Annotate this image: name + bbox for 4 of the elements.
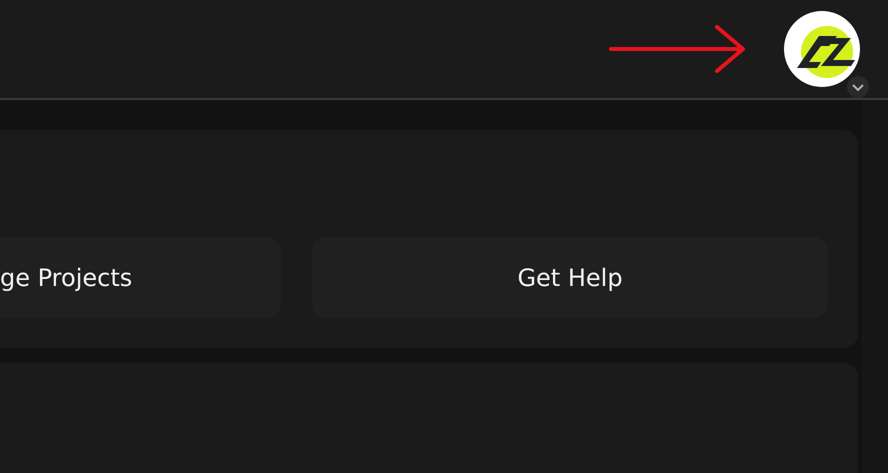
chevron-down-icon[interactable]: [847, 76, 869, 98]
action-button[interactable]: Get Help: [312, 237, 828, 318]
avatar-logo-icon[interactable]: [783, 10, 861, 88]
action-button[interactable]: ge Projects: [0, 237, 281, 318]
